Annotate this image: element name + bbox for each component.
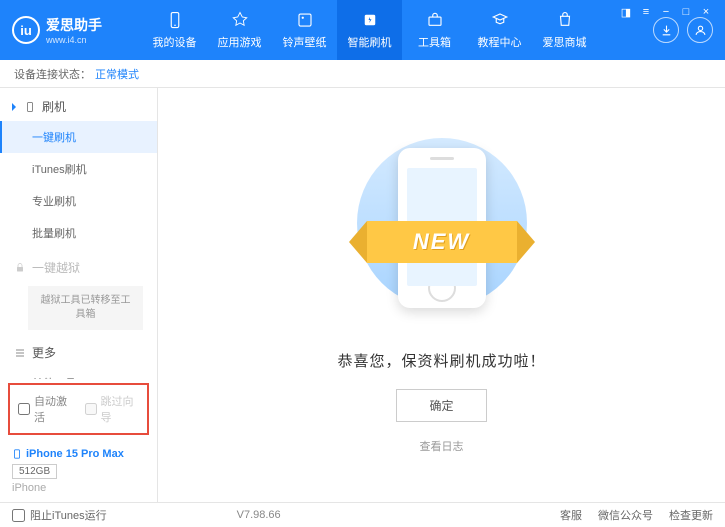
sidebar-item-pro[interactable]: 专业刷机	[0, 185, 157, 217]
menu-icon	[14, 347, 26, 359]
sidebar-jailbreak-note: 越狱工具已转移至工具箱	[28, 286, 143, 330]
sidebar-item-onekey[interactable]: 一键刷机	[0, 121, 157, 153]
header-buttons	[653, 17, 713, 43]
success-message: 恭喜您，保资料刷机成功啦！	[337, 350, 545, 371]
phone-icon	[24, 101, 36, 113]
device-name: iPhone 15 Pro Max	[12, 447, 145, 461]
nav-toolbox[interactable]: 工具箱	[402, 0, 467, 60]
close-icon[interactable]: ×	[699, 5, 713, 19]
footer-link-support[interactable]: 客服	[560, 507, 582, 523]
ok-button[interactable]: 确定	[396, 389, 486, 422]
app-header: iu 爱思助手 www.i4.cn 我的设备 应用游戏 铃声壁纸 智能刷机 工具…	[0, 0, 725, 60]
tutorial-icon	[490, 10, 510, 30]
status-bar: 设备连接状态： 正常模式	[0, 60, 725, 88]
view-log-link[interactable]: 查看日志	[420, 438, 464, 454]
arrow-icon	[12, 103, 20, 111]
device-icon	[165, 10, 185, 30]
top-nav: 我的设备 应用游戏 铃声壁纸 智能刷机 工具箱 教程中心 爱思商城	[142, 0, 643, 60]
theme-icon[interactable]: ◨	[619, 5, 633, 19]
lock-icon	[14, 262, 26, 274]
device-info: iPhone 15 Pro Max 512GB iPhone	[0, 439, 157, 502]
wallpaper-icon	[295, 10, 315, 30]
user-button[interactable]	[687, 17, 713, 43]
nav-tutorials[interactable]: 教程中心	[467, 0, 532, 60]
apps-icon	[230, 10, 250, 30]
device-storage: 512GB	[12, 464, 57, 479]
nav-smart-flash[interactable]: 智能刷机	[337, 0, 402, 60]
nav-store[interactable]: 爱思商城	[532, 0, 597, 60]
logo-icon: iu	[12, 16, 40, 44]
sidebar-item-batch[interactable]: 批量刷机	[0, 217, 157, 249]
skip-wizard-checkbox[interactable]: 跳过向导	[85, 393, 140, 425]
flash-icon	[360, 10, 380, 30]
new-ribbon: NEW	[367, 221, 517, 263]
maximize-icon[interactable]: □	[679, 5, 693, 19]
nav-my-device[interactable]: 我的设备	[142, 0, 207, 60]
window-controls: ◨ ≡ − □ ×	[619, 5, 713, 19]
sidebar-item-other[interactable]: 其他工具	[0, 367, 157, 379]
sidebar-section-jailbreak[interactable]: 一键越狱	[0, 249, 157, 282]
logo-text: 爱思助手 www.i4.cn	[46, 15, 102, 45]
phone-icon	[12, 447, 22, 461]
sidebar-section-more[interactable]: 更多	[0, 334, 157, 367]
store-icon	[555, 10, 575, 30]
footer: 阻止iTunes运行 V7.98.66 客服 微信公众号 检查更新	[0, 502, 725, 527]
logo-area: iu 爱思助手 www.i4.cn	[12, 15, 142, 45]
nav-ringtones[interactable]: 铃声壁纸	[272, 0, 337, 60]
auto-activate-checkbox[interactable]: 自动激活	[18, 393, 73, 425]
menu-icon[interactable]: ≡	[639, 5, 653, 19]
download-button[interactable]	[653, 17, 679, 43]
block-itunes-checkbox[interactable]: 阻止iTunes运行	[12, 507, 107, 523]
main-content: NEW 恭喜您，保资料刷机成功啦！ 确定 查看日志	[158, 88, 725, 502]
sidebar: 刷机 一键刷机 iTunes刷机 专业刷机 批量刷机 一键越狱 越狱工具已转移至…	[0, 88, 158, 502]
toolbox-icon	[425, 10, 445, 30]
footer-link-wechat[interactable]: 微信公众号	[598, 507, 653, 523]
status-mode: 正常模式	[95, 66, 139, 82]
status-label: 设备连接状态：	[14, 66, 91, 82]
nav-apps[interactable]: 应用游戏	[207, 0, 272, 60]
sidebar-section-flash[interactable]: 刷机	[0, 88, 157, 121]
sidebar-item-itunes[interactable]: iTunes刷机	[0, 153, 157, 185]
version-label: V7.98.66	[237, 509, 281, 521]
footer-link-update[interactable]: 检查更新	[669, 507, 713, 523]
success-illustration: NEW	[342, 118, 542, 328]
device-type: iPhone	[12, 482, 145, 494]
minimize-icon[interactable]: −	[659, 5, 673, 19]
sidebar-options-box: 自动激活 跳过向导	[8, 383, 149, 435]
